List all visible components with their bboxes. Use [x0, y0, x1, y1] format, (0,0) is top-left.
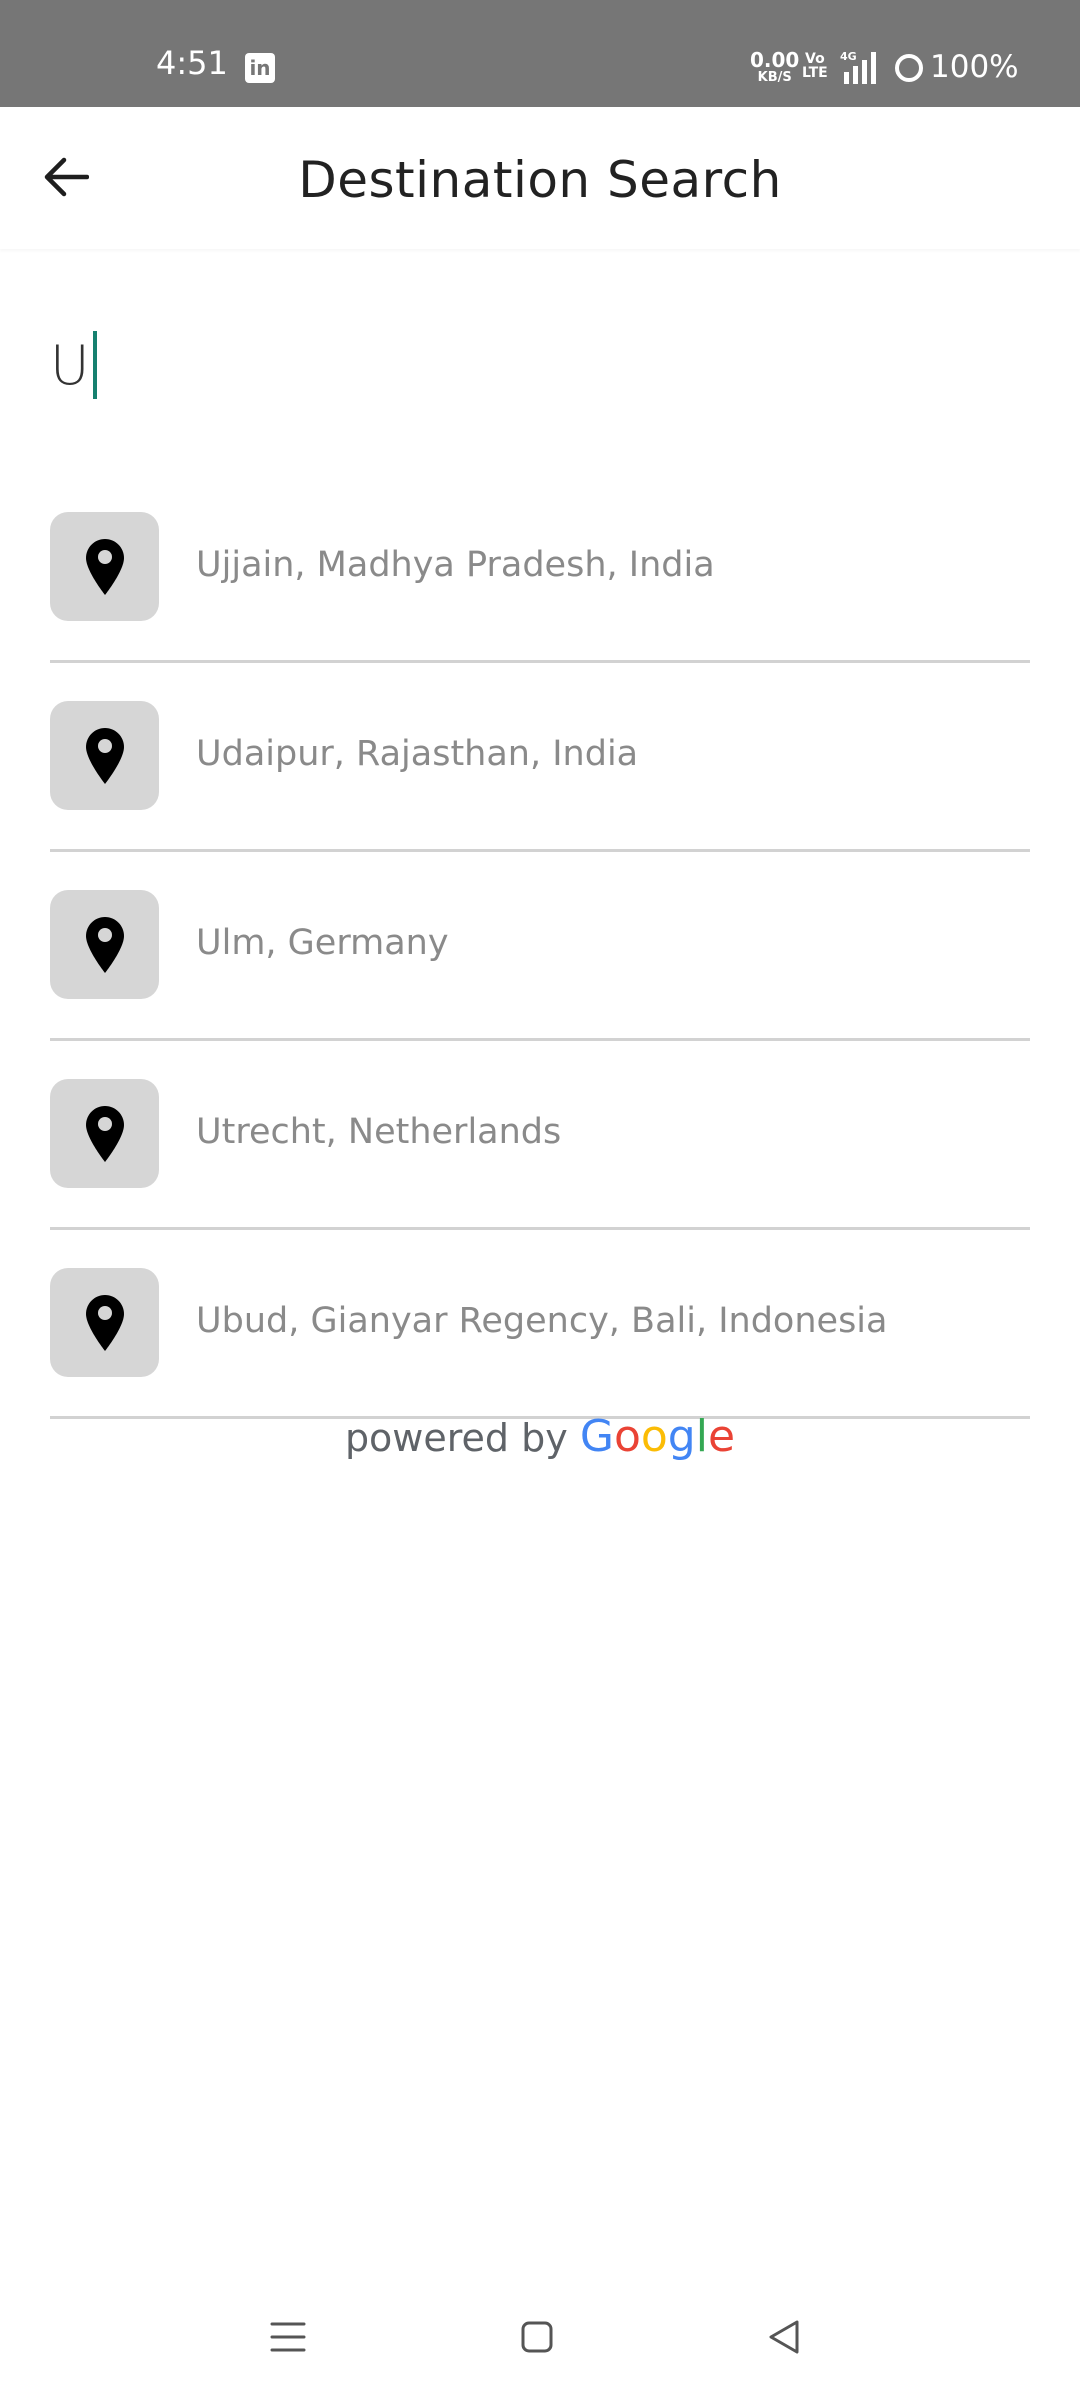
volte-line2: LTE — [802, 65, 828, 81]
google-logo-letter: o — [640, 1411, 668, 1462]
search-input-value: U — [50, 333, 90, 397]
map-pin-icon — [85, 916, 124, 973]
map-pin-icon — [85, 538, 124, 595]
suggestion-item[interactable]: Utrecht, Netherlands — [50, 1041, 1030, 1230]
battery-icon — [895, 54, 923, 82]
system-nav-bar — [0, 2280, 1080, 2390]
google-logo-letter: o — [613, 1411, 641, 1462]
google-logo: Google — [580, 1411, 735, 1462]
pin-tile — [50, 890, 159, 999]
status-bar: 4:51 in 0.00 KB/S Vo LTE 4G 100% — [0, 0, 1080, 107]
menu-icon — [270, 2322, 306, 2352]
recent-apps-button[interactable] — [253, 2302, 323, 2372]
home-button[interactable] — [502, 2302, 572, 2372]
pin-tile — [50, 512, 159, 621]
google-logo-letter: g — [667, 1411, 696, 1462]
volte-indicator: Vo LTE — [802, 52, 828, 80]
map-pin-icon — [85, 727, 124, 784]
suggestion-item[interactable]: Ubud, Gianyar Regency, Bali, Indonesia — [50, 1230, 1030, 1419]
network-speed: 0.00 KB/S — [750, 50, 799, 84]
suggestion-item[interactable]: Udaipur, Rajasthan, India — [50, 663, 1030, 852]
suggestion-label: Udaipur, Rajasthan, India — [196, 734, 639, 774]
pin-tile — [50, 701, 159, 810]
back-triangle-icon — [769, 2320, 799, 2354]
network-speed-value: 0.00 — [750, 48, 800, 72]
system-back-button[interactable] — [749, 2302, 819, 2372]
suggestion-item[interactable]: Ujjain, Madhya Pradesh, India — [50, 500, 1030, 663]
destination-search-input[interactable]: U — [50, 320, 1030, 410]
google-attribution: powered by Google — [0, 1411, 1080, 1462]
attribution-prefix: powered by — [344, 1416, 568, 1460]
network-speed-unit: KB/S — [757, 70, 792, 85]
home-square-icon — [521, 2321, 553, 2353]
map-pin-icon — [85, 1294, 124, 1351]
pin-tile — [50, 1268, 159, 1377]
status-time: 4:51 — [156, 44, 228, 82]
text-caret — [92, 331, 97, 399]
page-title: Destination Search — [298, 151, 782, 209]
google-logo-letter: e — [707, 1411, 736, 1462]
signal-icon: 4G — [840, 50, 876, 84]
suggestion-item[interactable]: Ulm, Germany — [50, 852, 1030, 1041]
linkedin-icon: in — [245, 53, 275, 83]
network-type-label: 4G — [840, 50, 857, 63]
suggestion-list: Ujjain, Madhya Pradesh, India Udaipur, R… — [50, 500, 1030, 1419]
google-logo-letter: l — [695, 1411, 708, 1462]
pin-tile — [50, 1079, 159, 1188]
suggestion-label: Ujjain, Madhya Pradesh, India — [196, 545, 715, 585]
suggestion-label: Ulm, Germany — [196, 923, 449, 963]
suggestion-label: Utrecht, Netherlands — [196, 1112, 562, 1152]
app-header: Destination Search — [0, 107, 1080, 249]
map-pin-icon — [85, 1105, 124, 1162]
battery-percent: 100% — [930, 49, 1019, 85]
suggestion-label: Ubud, Gianyar Regency, Bali, Indonesia — [196, 1301, 888, 1341]
volte-line1: Vo — [805, 51, 825, 67]
google-logo-letter: G — [579, 1411, 614, 1462]
